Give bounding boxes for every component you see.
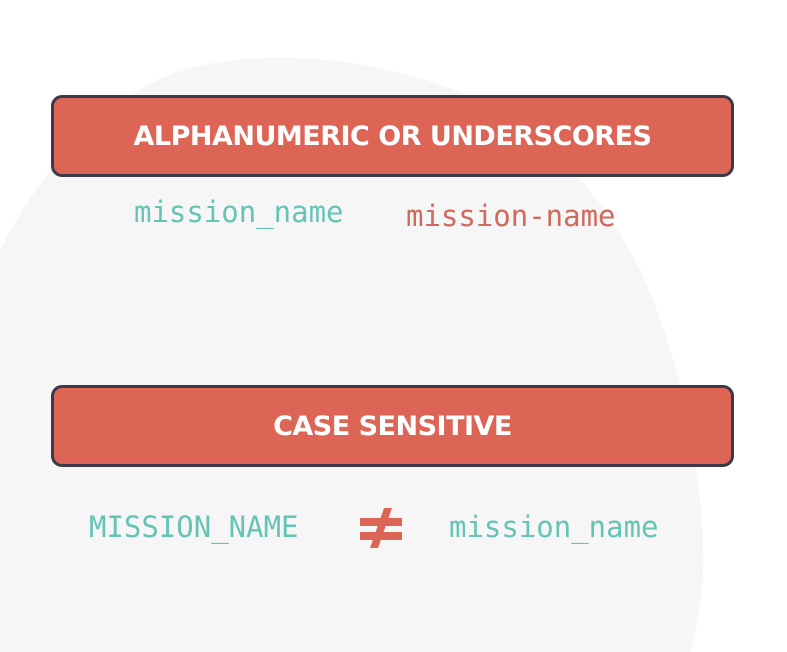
uppercase-example: MISSION_NAME <box>89 510 299 544</box>
case-sensitive-rule-title: CASE SENSITIVE <box>273 410 512 442</box>
valid-example-underscore: mission_name <box>134 195 344 229</box>
lowercase-example: mission_name <box>449 510 659 544</box>
invalid-example-hyphen: mission-name <box>406 199 616 233</box>
alphanumeric-rule-title: ALPHANUMERIC OR UNDERSCORES <box>133 120 652 152</box>
alphanumeric-rule-banner: ALPHANUMERIC OR UNDERSCORES <box>51 95 734 177</box>
not-equal-icon <box>360 508 402 548</box>
case-sensitive-rule-banner: CASE SENSITIVE <box>51 385 734 467</box>
